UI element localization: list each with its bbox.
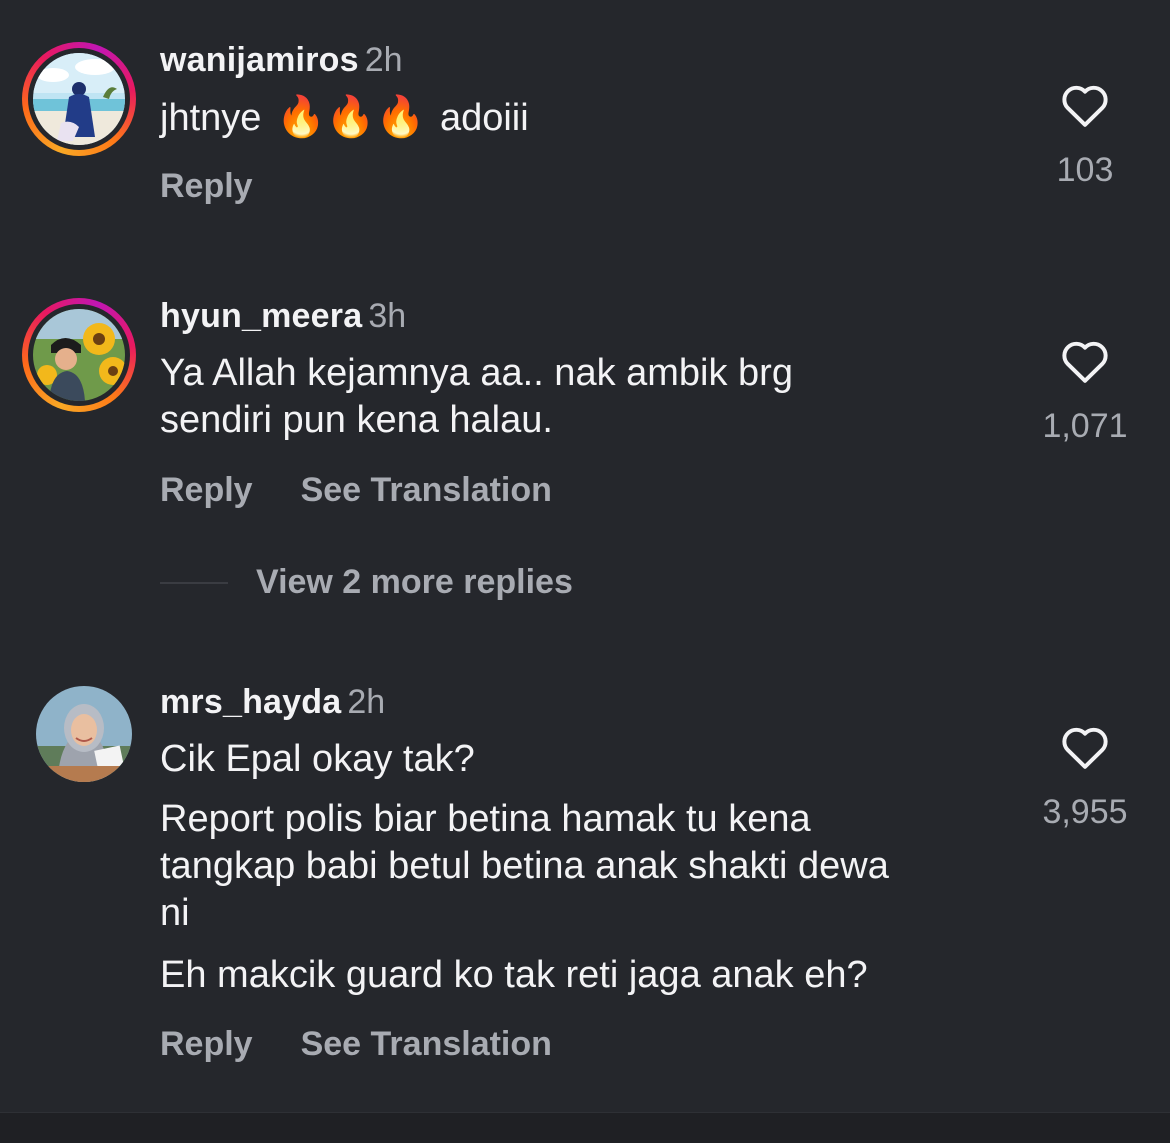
comment-text: Ya Allah kejamnya aa.. nak ambik brg sen… — [160, 350, 793, 444]
comment-text: Report polis biar betina hamak tu kena t… — [160, 796, 889, 937]
comment-header: mrs_hayda 2h — [160, 682, 385, 722]
comment-header: hyun_meera 3h — [160, 296, 406, 336]
heart-outline-icon[interactable] — [1010, 338, 1160, 384]
avatar-story-ring[interactable] — [22, 42, 136, 156]
avatar[interactable] — [33, 53, 125, 145]
avatar[interactable] — [33, 309, 125, 401]
reply-button[interactable]: Reply — [160, 1025, 253, 1063]
username[interactable]: hyun_meera — [160, 297, 362, 335]
comment-text: Cik Epal okay tak? — [160, 736, 475, 783]
comment-text: jhtnye 🔥🔥🔥 adoiii — [160, 94, 529, 142]
avatar[interactable] — [36, 686, 132, 782]
comment-actions: Reply See Translation — [160, 470, 552, 510]
comment-text-line: Eh makcik guard ko tak reti jaga anak eh… — [160, 954, 868, 996]
bottom-bar — [0, 1112, 1170, 1143]
avatar-story-ring[interactable] — [22, 298, 136, 412]
heart-outline-icon[interactable] — [1010, 82, 1160, 128]
reply-button[interactable]: Reply — [160, 167, 253, 205]
fire-emoji-icon: 🔥🔥🔥 — [275, 95, 426, 139]
comment-text-part: jhtnye — [160, 97, 262, 139]
like-count: 103 — [1056, 151, 1114, 189]
timestamp: 2h — [364, 41, 403, 79]
replies-divider-line — [160, 582, 228, 584]
username[interactable]: wanijamiros — [160, 41, 359, 79]
see-translation-button[interactable]: See Translation — [301, 471, 552, 509]
comment-actions: Reply See Translation — [160, 1024, 552, 1064]
comment-text: Eh makcik guard ko tak reti jaga anak eh… — [160, 952, 868, 999]
timestamp: 3h — [368, 297, 407, 335]
comment-text-line: sendiri pun kena halau. — [160, 399, 553, 441]
comment-text-line: Ya Allah kejamnya aa.. nak ambik brg — [160, 352, 793, 394]
comment-header: wanijamiros 2h — [160, 40, 403, 80]
like-control: 103 — [1010, 82, 1160, 190]
username[interactable]: mrs_hayda — [160, 683, 341, 721]
comment-text-part: adoiii — [439, 97, 529, 139]
view-more-replies-button[interactable]: View 2 more replies — [160, 562, 760, 602]
avatar-no-ring[interactable] — [22, 684, 136, 798]
like-control: 3,955 — [1010, 724, 1160, 832]
comment-text-line: Report polis biar betina hamak tu kena — [160, 798, 811, 840]
see-translation-button[interactable]: See Translation — [301, 1025, 552, 1063]
like-count: 1,071 — [1042, 407, 1128, 445]
comment-text-line: tangkap babi betul betina anak shakti de… — [160, 845, 889, 887]
like-control: 1,071 — [1010, 338, 1160, 446]
view-more-replies-label: View 2 more replies — [256, 563, 573, 601]
reply-button[interactable]: Reply — [160, 471, 253, 509]
like-count: 3,955 — [1042, 793, 1128, 831]
comment-actions: Reply — [160, 166, 253, 206]
comment-text-line: Cik Epal okay tak? — [160, 738, 475, 780]
heart-outline-icon[interactable] — [1010, 724, 1160, 770]
timestamp: 2h — [347, 683, 386, 721]
comment-text-line: ni — [160, 892, 190, 934]
